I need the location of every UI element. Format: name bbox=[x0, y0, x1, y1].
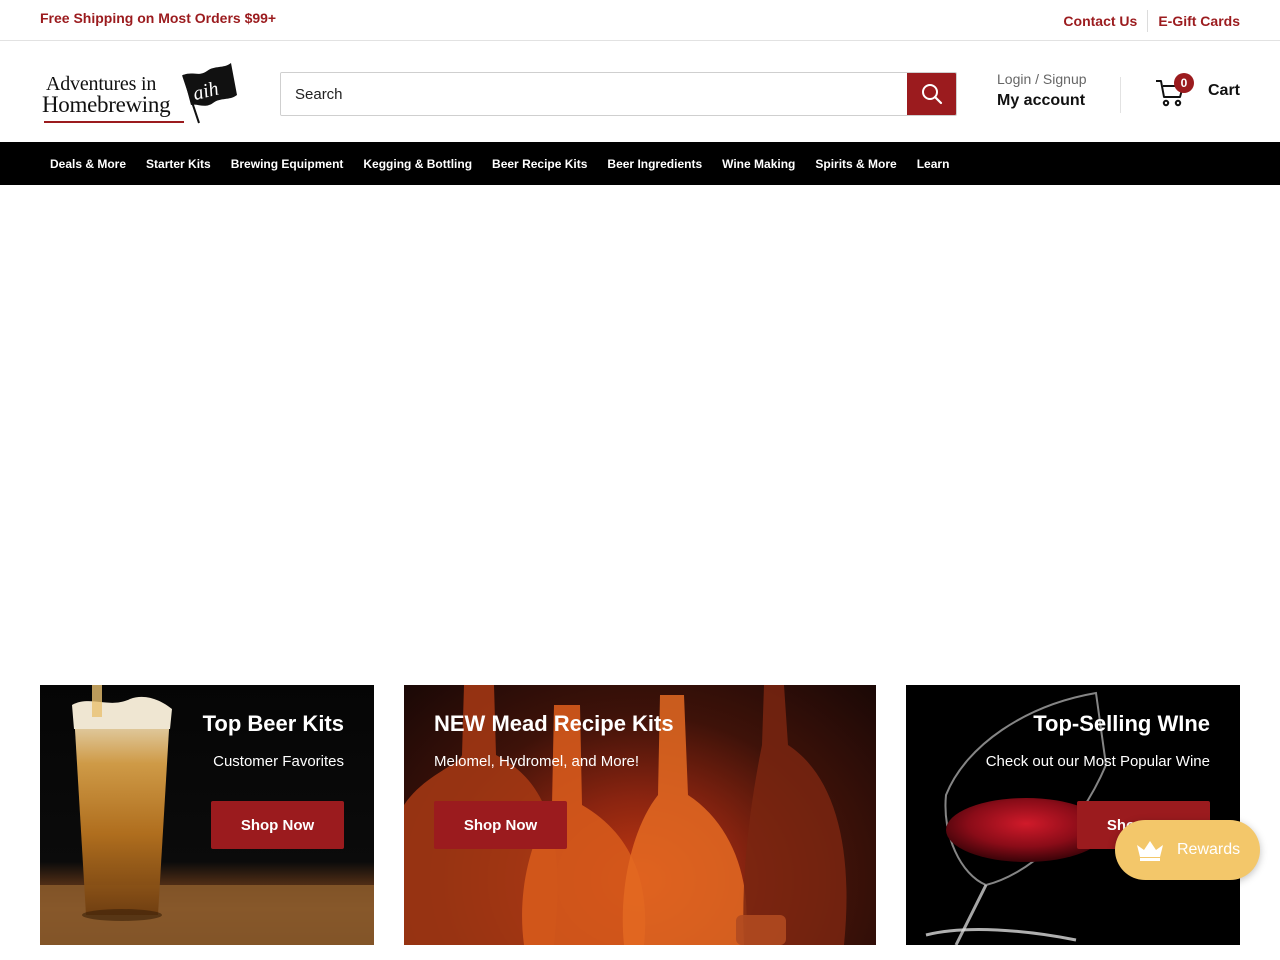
shop-now-button[interactable]: Shop Now bbox=[434, 801, 567, 849]
search-button[interactable] bbox=[907, 73, 956, 115]
login-signup-link[interactable]: Login / Signup bbox=[997, 71, 1087, 87]
logo-line-2: Homebrewing bbox=[42, 92, 171, 117]
store-logo[interactable]: Adventures in Homebrewing aih bbox=[42, 61, 242, 125]
promo-subtitle: Melomel, Hydromel, and More! bbox=[434, 753, 640, 770]
nav-item-brewing-equipment[interactable]: Brewing Equipment bbox=[221, 157, 354, 171]
free-shipping-promo: Free Shipping on Most Orders $99+ bbox=[40, 10, 277, 26]
promo-card-wine[interactable]: Top-Selling WIne Check out our Most Popu… bbox=[906, 685, 1240, 945]
site-header: Adventures in Homebrewing aih Login / Si… bbox=[0, 41, 1280, 142]
promo-title: NEW Mead Recipe Kits bbox=[434, 711, 674, 736]
account-area[interactable]: Login / Signup My account bbox=[997, 71, 1087, 110]
flag-logo-icon: aih bbox=[182, 63, 237, 124]
rewards-launcher[interactable]: Rewards bbox=[1115, 820, 1260, 880]
nav-item-spirits[interactable]: Spirits & More bbox=[805, 157, 906, 171]
nav-item-wine-making[interactable]: Wine Making bbox=[712, 157, 805, 171]
cart-count-badge: 0 bbox=[1174, 73, 1194, 93]
nav-item-beer-ingredients[interactable]: Beer Ingredients bbox=[597, 157, 712, 171]
promo-title: Top Beer Kits bbox=[202, 711, 344, 736]
nav-item-deals[interactable]: Deals & More bbox=[40, 157, 136, 171]
top-links-divider bbox=[1147, 10, 1149, 32]
promo-card-beer-kits[interactable]: Top Beer Kits Customer Favorites Shop No… bbox=[40, 685, 374, 945]
main-nav: Deals & More Starter Kits Brewing Equipm… bbox=[0, 142, 1280, 185]
nav-item-starter-kits[interactable]: Starter Kits bbox=[136, 157, 221, 171]
header-divider bbox=[1120, 77, 1121, 113]
rewards-label: Rewards bbox=[1177, 841, 1241, 858]
contact-us-link[interactable]: Contact Us bbox=[1063, 13, 1137, 29]
crown-icon bbox=[1137, 841, 1163, 861]
promo-title: Top-Selling WIne bbox=[1033, 711, 1210, 736]
my-account-link[interactable]: My account bbox=[997, 92, 1087, 110]
search-icon bbox=[922, 84, 943, 105]
shop-now-button[interactable]: Shop Now bbox=[211, 801, 344, 849]
promo-subtitle: Check out our Most Popular Wine bbox=[985, 753, 1210, 770]
nav-item-learn[interactable]: Learn bbox=[907, 157, 960, 171]
promo-card-mead-kits[interactable]: NEW Mead Recipe Kits Melomel, Hydromel, … bbox=[404, 685, 876, 945]
top-links: Contact Us E-Gift Cards bbox=[1063, 10, 1240, 32]
announcement-bar: Free Shipping on Most Orders $99+ Contac… bbox=[0, 0, 1280, 41]
nav-item-kegging-bottling[interactable]: Kegging & Bottling bbox=[353, 157, 482, 171]
search-input[interactable] bbox=[281, 73, 907, 115]
cart-label: Cart bbox=[1208, 82, 1241, 99]
logo-underline bbox=[44, 121, 184, 123]
cart-button[interactable]: 0 Cart bbox=[1155, 73, 1245, 108]
nav-item-beer-recipe-kits[interactable]: Beer Recipe Kits bbox=[482, 157, 597, 171]
search-bar bbox=[280, 72, 957, 116]
e-gift-cards-link[interactable]: E-Gift Cards bbox=[1158, 13, 1240, 29]
promo-subtitle: Customer Favorites bbox=[213, 753, 344, 770]
